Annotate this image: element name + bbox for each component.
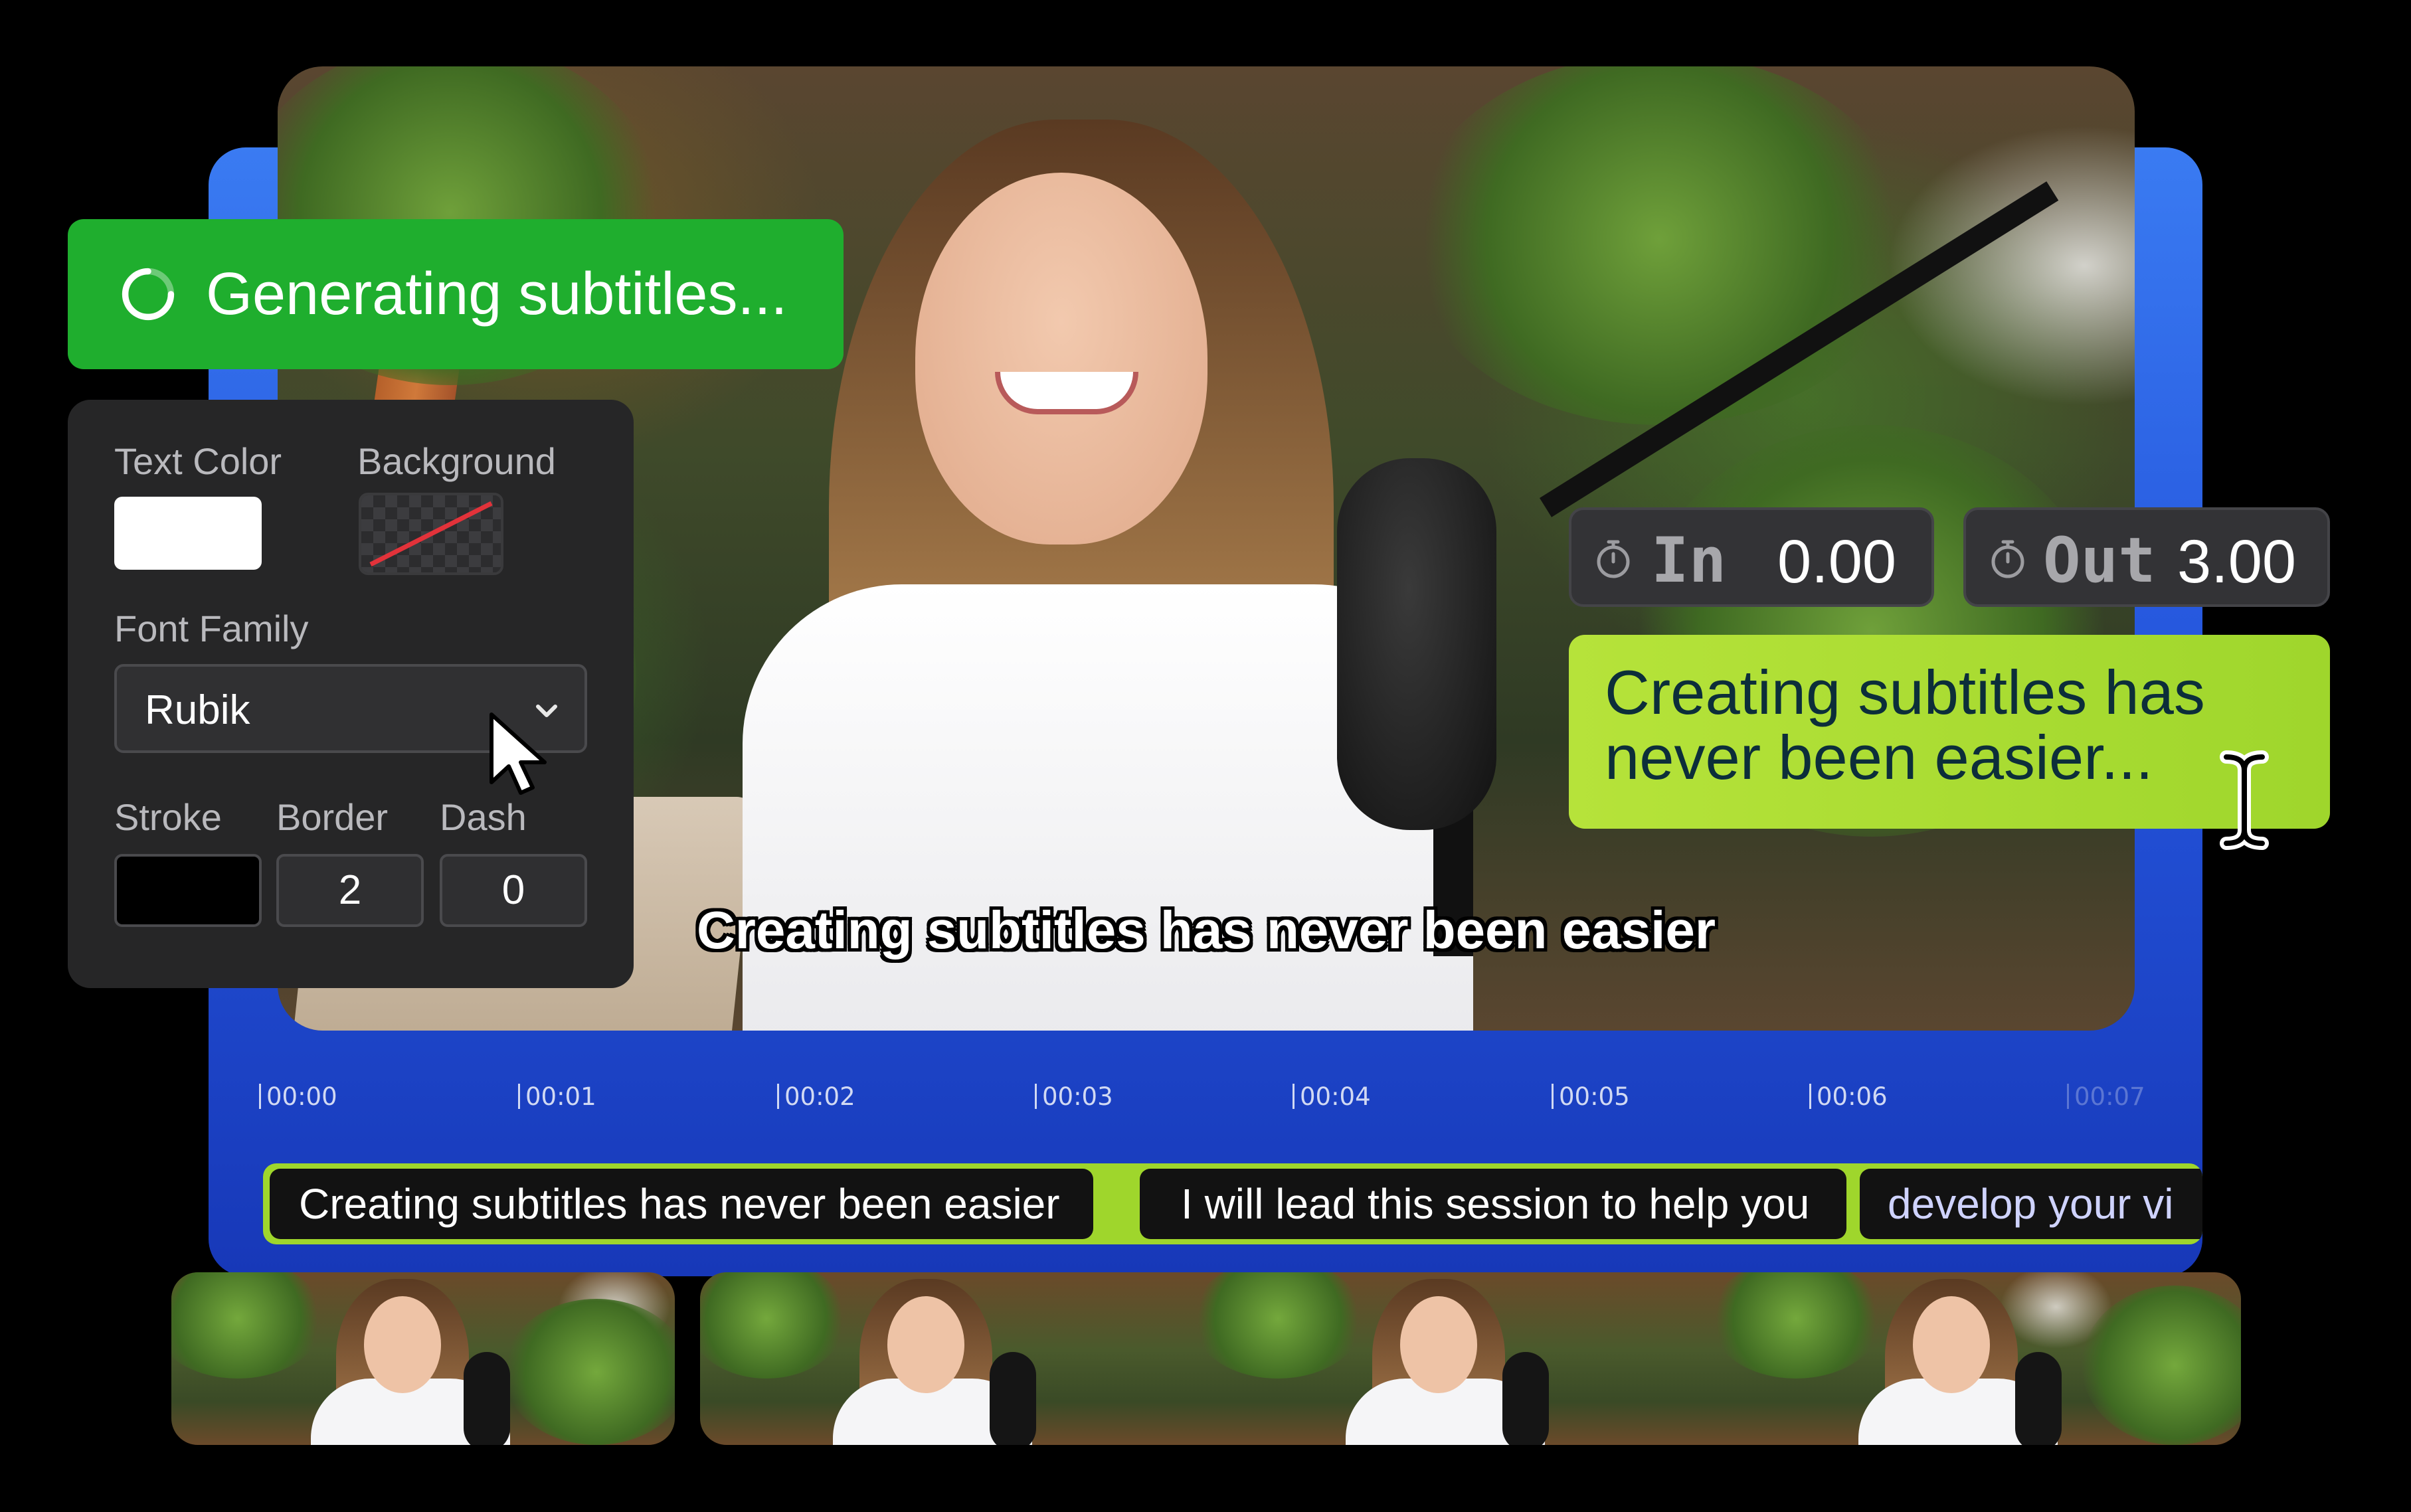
ruler-tick: 00:07 — [2067, 1082, 2145, 1111]
video-filmstrip[interactable] — [700, 1272, 2241, 1445]
dash-input[interactable]: 0 — [440, 854, 587, 927]
thumb-face — [887, 1296, 964, 1393]
thumb-face — [364, 1296, 441, 1393]
i-beam-cursor-icon — [2220, 750, 2269, 850]
stopwatch-icon — [1597, 540, 1630, 578]
in-label: In — [1651, 525, 1727, 597]
background-color-swatch[interactable] — [359, 493, 503, 575]
ruler-tick: 00:01 — [518, 1082, 596, 1111]
thumb-plant — [1192, 1272, 1364, 1379]
caption-clip[interactable]: I will lead this session to help you — [1140, 1169, 1846, 1239]
person-face — [915, 173, 1207, 545]
thumb-face — [1400, 1296, 1477, 1393]
border-input[interactable]: 2 — [276, 854, 424, 927]
thumb-mic — [1502, 1352, 1549, 1445]
stopwatch-icon — [1991, 540, 2024, 578]
thumb-plant — [171, 1272, 324, 1379]
background-label: Background — [357, 440, 556, 482]
transparent-checker-icon — [361, 495, 501, 572]
thumb-mic — [2015, 1352, 2062, 1445]
ruler-tick: 00:06 — [1809, 1082, 1888, 1111]
background-plant — [1407, 66, 1912, 425]
stroke-color-swatch[interactable] — [114, 854, 262, 927]
timeline-ruler[interactable]: 00:00 00:01 00:02 00:03 00:04 00:05 00:0… — [259, 1082, 2159, 1122]
stroke-label: Stroke — [114, 796, 222, 838]
in-time-box[interactable]: In 0.00 — [1569, 507, 1934, 607]
text-color-swatch[interactable] — [114, 497, 262, 570]
ruler-tick: 00:03 — [1035, 1082, 1113, 1111]
thumb-face — [1913, 1296, 1990, 1393]
font-family-value: Rubik — [145, 687, 250, 733]
video-thumbnail[interactable] — [171, 1272, 675, 1445]
thumb-plant — [503, 1299, 675, 1445]
thumb-plant — [1710, 1272, 1882, 1379]
out-label: Out — [2043, 525, 2156, 597]
generating-text: Generating subtitles... — [206, 260, 788, 327]
microphone — [1337, 458, 1496, 830]
border-label: Border — [276, 796, 389, 838]
mouse-pointer-icon — [490, 713, 547, 795]
ruler-tick: 00:05 — [1552, 1082, 1630, 1111]
out-value[interactable]: 3.00 — [2177, 527, 2296, 597]
ruler-tick: 00:04 — [1293, 1082, 1371, 1111]
caption-clip[interactable]: Creating subtitles has never been easier — [270, 1169, 1093, 1239]
loading-spinner-icon — [122, 268, 175, 321]
ruler-tick: 00:00 — [259, 1082, 337, 1111]
in-value[interactable]: 0.00 — [1777, 527, 1896, 597]
thumb-mic — [990, 1352, 1036, 1445]
caption-track: Creating subtitles has never been easier… — [263, 1163, 2202, 1244]
font-family-label: Font Family — [114, 608, 309, 649]
dash-label: Dash — [440, 796, 527, 838]
ruler-tick: 00:02 — [777, 1082, 855, 1111]
out-time-box[interactable]: Out 3.00 — [1963, 507, 2330, 607]
thumb-plant — [700, 1272, 846, 1379]
smile — [995, 372, 1138, 414]
caption-clip[interactable]: develop your vi — [1860, 1169, 2202, 1239]
thumb-mic — [464, 1352, 510, 1445]
thumb-plant — [2082, 1286, 2241, 1445]
text-color-label: Text Color — [114, 440, 282, 482]
subtitle-style-panel: Text Color Background Font Family Rubik … — [68, 400, 634, 988]
generating-banner: Generating subtitles... — [68, 219, 844, 369]
